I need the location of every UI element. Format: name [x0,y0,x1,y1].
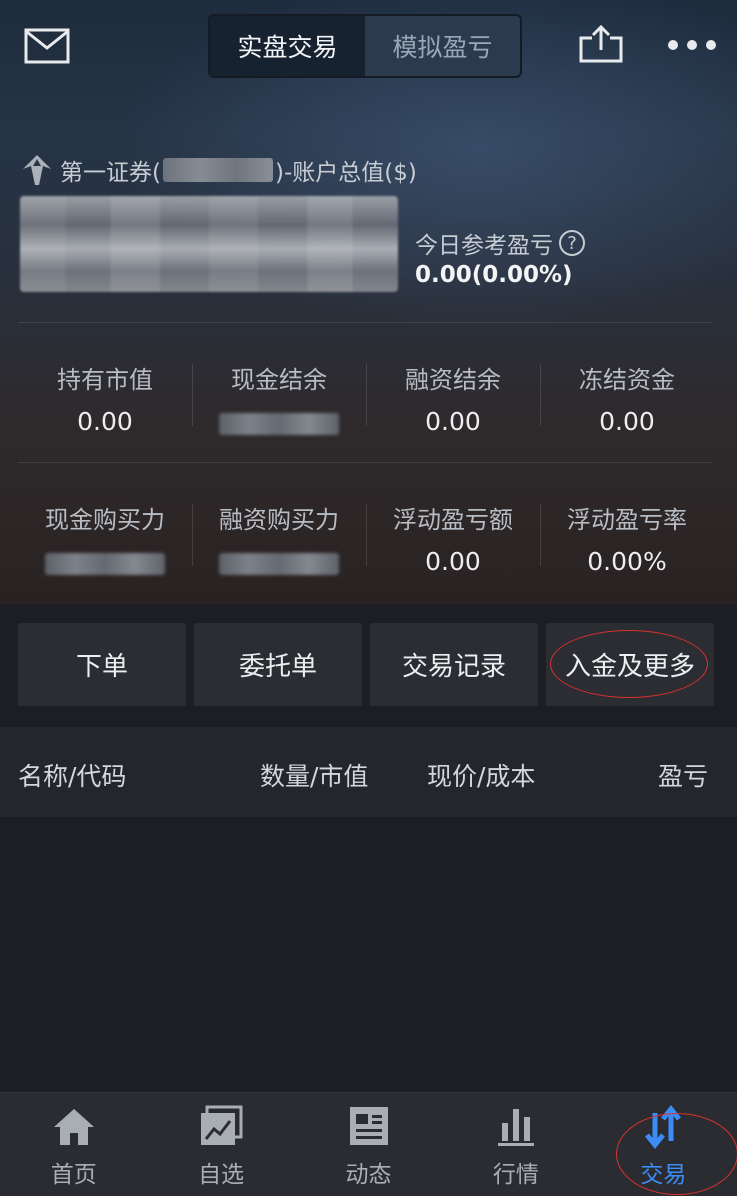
stat-floating-pnl: 浮动盈亏额 0.00 [366,498,540,588]
stat-label: 浮动盈亏额 [393,506,513,534]
masked-value [45,553,165,575]
stat-value: 0.00 [425,407,481,436]
stat-value: 0.00 [599,407,655,436]
today-pnl-value: 0.00(0.00%) [415,262,573,288]
column-pnl: 盈亏 [658,762,709,791]
mail-icon[interactable] [24,28,70,64]
stat-value: 0.00 [425,547,481,576]
trade-history-button[interactable]: 交易记录 [370,623,538,706]
bottom-nav: 首页 自选 动态 行情 交易 [0,1092,737,1196]
help-icon[interactable]: ? [559,230,585,256]
divider [18,322,713,323]
nav-label: 行情 [492,1162,539,1188]
stat-label: 现金结余 [231,366,327,394]
stat-label: 持有市值 [57,366,153,394]
nav-trade[interactable]: 交易 [590,1093,737,1196]
divider [18,462,713,463]
place-order-button[interactable]: 下单 [18,623,186,706]
broker-logo-icon [23,155,51,185]
column-price-cost: 现价/成本 [427,762,536,791]
holdings-table-header: 名称/代码 数量/市值 现价/成本 盈亏 [0,727,737,817]
masked-total-value [20,196,398,292]
deposit-more-button[interactable]: 入金及更多 [546,623,714,706]
nav-home[interactable]: 首页 [0,1093,147,1196]
stat-cash-balance: 现金结余 [192,358,366,448]
stat-value: 0.00 [77,407,133,436]
stat-cash-buying-power: 现金购买力 [18,498,192,588]
annotation-circle [615,1113,737,1195]
stat-value: 0.00% [587,547,667,576]
nav-watchlist[interactable]: 自选 [147,1093,294,1196]
trade-mode-switch: 实盘交易 模拟盈亏 [208,14,522,78]
stat-floating-pnl-rate: 浮动盈亏率 0.00% [540,498,714,588]
masked-value [219,553,339,575]
stat-frozen-funds: 冻结资金 0.00 [540,358,714,448]
stat-margin-buying-power: 融资购买力 [192,498,366,588]
top-bar: 实盘交易 模拟盈亏 [0,0,737,92]
account-title: 第一证券( )-账户总值($) [20,152,417,188]
column-quantity-value: 数量/市值 [260,762,369,791]
tab-paper-trading[interactable]: 模拟盈亏 [365,16,520,76]
stat-label: 冻结资金 [579,366,675,394]
nav-news[interactable]: 动态 [295,1093,442,1196]
stat-market-value: 持有市值 0.00 [18,358,192,448]
orders-button[interactable]: 委托单 [194,623,362,706]
account-total-label: )-账户总值($) [274,160,417,186]
nav-label: 自选 [198,1162,245,1188]
stat-label: 浮动盈亏率 [567,506,687,534]
today-pnl-text: 今日参考盈亏 [415,233,553,259]
share-icon[interactable] [578,24,624,64]
news-icon [349,1107,388,1145]
broker-name: 第一证券( [60,160,161,186]
action-bar: 下单 委托单 交易记录 入金及更多 [18,623,714,706]
stat-margin-balance: 融资结余 0.00 [366,358,540,448]
column-name-code: 名称/代码 [18,762,127,791]
market-icon [497,1109,534,1146]
more-icon[interactable] [668,40,716,52]
stats-row-2: 现金购买力 融资购买力 浮动盈亏额 0.00 浮动盈亏率 0.00% [18,498,714,588]
masked-value [219,413,339,435]
masked-account-number [162,158,273,182]
watchlist-icon [201,1105,243,1145]
nav-label: 动态 [345,1162,392,1188]
tab-real-trading[interactable]: 实盘交易 [210,16,365,76]
today-pnl-label: 今日参考盈亏 ? [415,226,585,260]
stat-label: 现金购买力 [45,506,165,534]
stats-row-1: 持有市值 0.00 现金结余 融资结余 0.00 冻结资金 0.00 [18,358,714,448]
home-icon [53,1109,94,1145]
nav-label: 首页 [50,1162,97,1188]
nav-market[interactable]: 行情 [442,1093,589,1196]
stat-label: 融资结余 [405,366,501,394]
stat-label: 融资购买力 [219,506,339,534]
annotation-circle [550,630,708,698]
